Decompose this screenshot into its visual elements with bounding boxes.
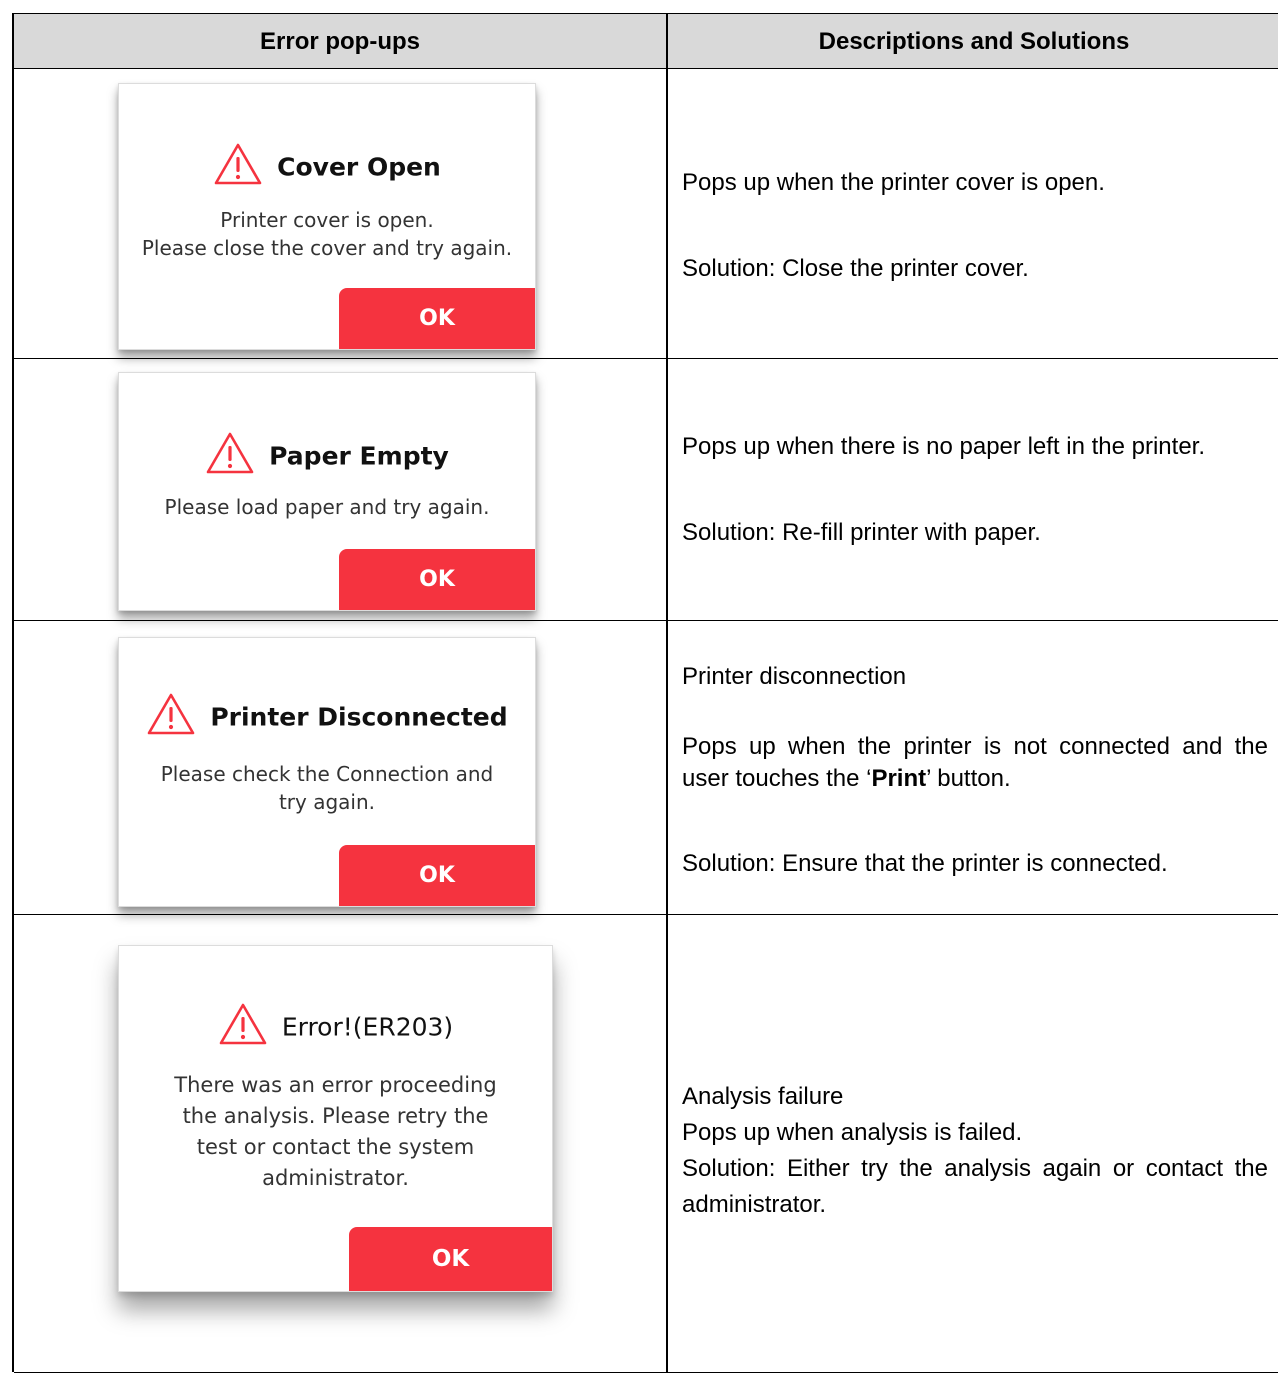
popup-title: Printer Disconnected bbox=[119, 692, 535, 742]
column-divider bbox=[666, 621, 668, 914]
header-descriptions: Descriptions and Solutions bbox=[818, 28, 1130, 55]
ok-button[interactable]: OK bbox=[339, 288, 535, 349]
description-cell: Printer disconnection Pops up when the p… bbox=[682, 663, 1268, 878]
description-text: Pops up when there is no paper left in t… bbox=[682, 433, 1205, 460]
column-divider bbox=[666, 359, 668, 620]
solution-text: Solution: Re-fill printer with paper. bbox=[682, 519, 1041, 546]
table-row: Error!(ER203) There was an error proceed… bbox=[14, 915, 1278, 1373]
warning-triangle-icon bbox=[205, 431, 255, 481]
table-header: Error pop-ups Descriptions and Solutions bbox=[14, 14, 1278, 69]
description-text: Pops up when analysis is failed. bbox=[682, 1119, 1023, 1146]
solution-text: Solution: Ensure that the printer is con… bbox=[682, 850, 1168, 877]
popup-message: There was an error proceeding the analys… bbox=[174, 1073, 497, 1190]
solution-text: Solution: Close the printer cover. bbox=[682, 255, 1029, 282]
description-cell: Pops up when there is no paper left in t… bbox=[682, 433, 1268, 547]
popup-message: Please load paper and try again. bbox=[164, 495, 490, 519]
table-row: Paper Empty Please load paper and try ag… bbox=[14, 359, 1278, 621]
popup-title: Error!(ER203) bbox=[119, 1002, 552, 1052]
description-cell: Analysis failure Pops up when analysis i… bbox=[682, 1079, 1268, 1223]
cover-open-popup: Cover Open Printer cover is open. Please… bbox=[118, 83, 536, 350]
description-text: Pops up when the printer cover is open. bbox=[682, 169, 1105, 196]
solution-text: Solution: Either try the analysis again … bbox=[682, 1155, 1268, 1218]
paper-empty-popup: Paper Empty Please load paper and try ag… bbox=[118, 372, 536, 611]
warning-triangle-icon bbox=[213, 142, 263, 192]
table-row: Cover Open Printer cover is open. Please… bbox=[14, 69, 1278, 359]
ok-button[interactable]: OK bbox=[339, 845, 535, 906]
popup-title: Cover Open bbox=[119, 142, 535, 192]
column-divider bbox=[666, 69, 668, 358]
description-heading: Analysis failure bbox=[682, 1083, 844, 1110]
warning-triangle-icon bbox=[218, 1002, 268, 1052]
description-heading: Printer disconnection bbox=[682, 663, 907, 690]
warning-triangle-icon bbox=[146, 692, 196, 742]
analysis-error-popup: Error!(ER203) There was an error proceed… bbox=[118, 945, 553, 1292]
description-cell: Pops up when the printer cover is open. … bbox=[682, 169, 1268, 283]
print-button-label: Print bbox=[871, 765, 927, 792]
ok-button[interactable]: OK bbox=[349, 1227, 552, 1291]
header-error-popups: Error pop-ups bbox=[260, 28, 420, 55]
description-text: Pops up when the printer is not connecte… bbox=[682, 733, 1268, 792]
popup-title: Paper Empty bbox=[119, 431, 535, 481]
table-row: Printer Disconnected Please check the Co… bbox=[14, 621, 1278, 915]
popup-message: Printer cover is open. Please close the … bbox=[141, 208, 513, 260]
column-divider bbox=[666, 915, 668, 1372]
ok-button[interactable]: OK bbox=[339, 549, 535, 610]
error-table: Error pop-ups Descriptions and Solutions… bbox=[12, 13, 1278, 1373]
printer-disconnected-popup: Printer Disconnected Please check the Co… bbox=[118, 637, 536, 907]
popup-message: Please check the Connection and try agai… bbox=[160, 762, 494, 814]
